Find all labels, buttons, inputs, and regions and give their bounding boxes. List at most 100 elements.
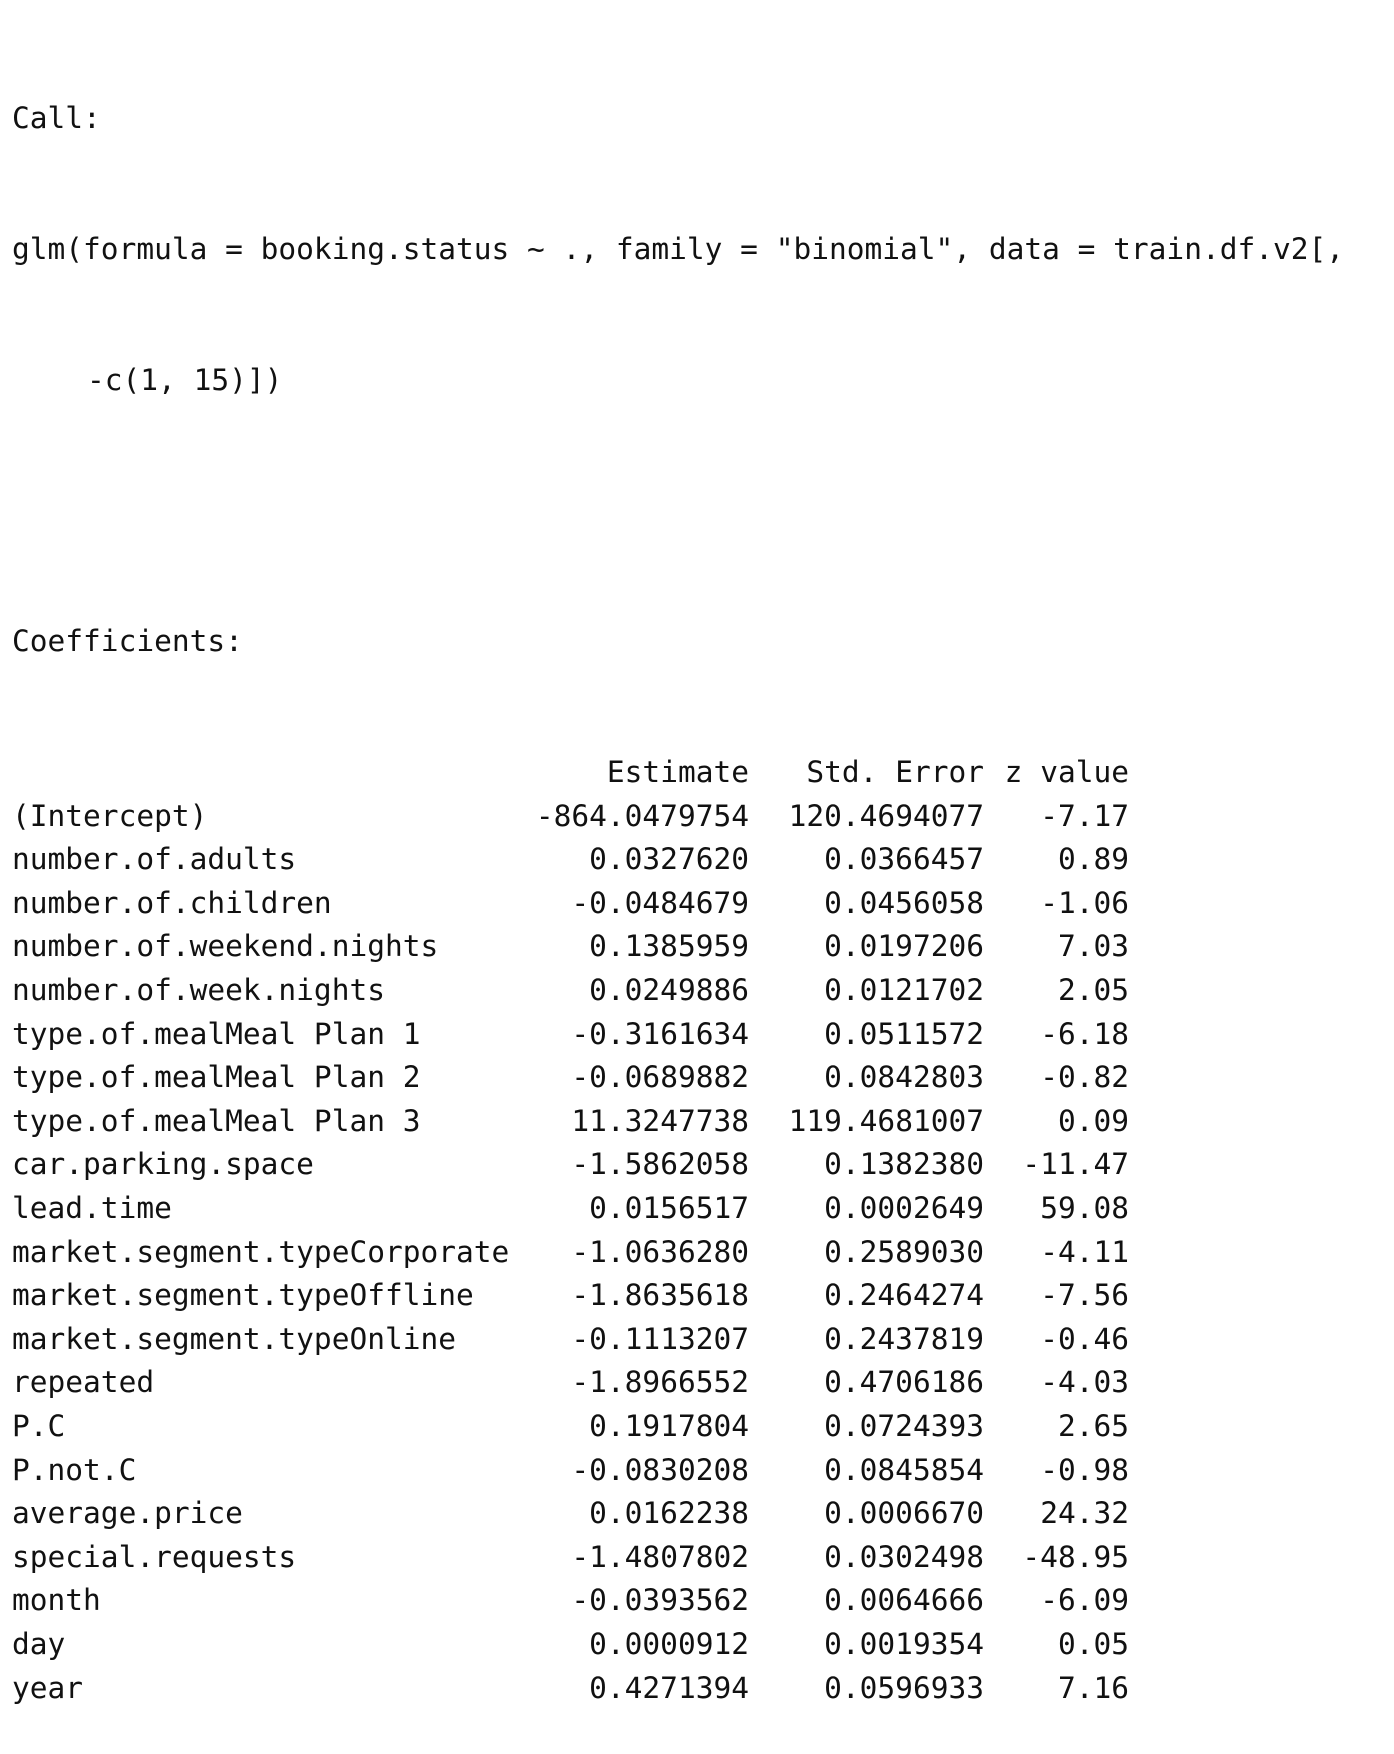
estimate-cell: 0.0156517 [589,1191,749,1226]
estimate-cell: 0.0249886 [589,973,749,1008]
estimate-cell: 0.0000912 [589,1626,749,1661]
std-error-cell: 0.0019354 [824,1626,984,1661]
estimate-cell: -1.4807802 [571,1539,749,1574]
table-row: number.of.week.nights 0.0249886 0.0121702 2… [12,969,1129,1013]
call-label: Call: [12,101,101,136]
term-cell: average.price [12,1496,243,1531]
table-row: day 0.0000912 0.0019354 0.05 [12,1623,1129,1667]
estimate-cell: 0.0162238 [589,1496,749,1531]
std-error-cell: 0.0366457 [824,842,984,877]
z-value-cell: 0.89 [1057,842,1129,877]
std-error-cell: 119.4681007 [788,1103,984,1138]
std-error-cell: 0.0724393 [824,1409,984,1443]
std-error-cell: 0.0006670 [824,1496,984,1531]
estimate-cell: -0.0393562 [571,1583,749,1618]
z-value-cell: -4.11 [1040,1234,1129,1269]
term-cell: day [12,1626,66,1661]
z-value-cell: -6.18 [1040,1016,1129,1051]
std-error-cell: 0.0002649 [824,1191,984,1226]
std-error-cell: 0.0842803 [824,1060,984,1095]
header-z-value: z value [1004,755,1129,790]
coefficients-label: Coefficients: [12,624,243,659]
estimate-cell: -1.0636280 [571,1234,749,1269]
std-error-cell: 0.0121702 [824,973,984,1008]
table-row: type.of.mealMeal Plan 1 -0.3161634 0.05115… [12,1013,1129,1057]
term-cell: market.segment.typeOffline [12,1278,474,1313]
term-cell: (Intercept) [12,798,208,833]
table-row: repeated -1.8966552 0.4706186 -4.03 [12,1361,1129,1405]
table-row: number.of.weekend.nights 0.1385959 0.01972… [12,925,1129,969]
z-value-cell: 2.05 [1057,973,1129,1008]
table-row: number.of.adults 0.0327620 0.0366457 0.89 [12,838,1129,882]
std-error-cell: 0.2437819 [824,1321,984,1356]
coefficients-header-row: Estimate Std. Error z value [12,751,1129,795]
z-value-cell: 0.05 [1057,1626,1129,1661]
std-error-cell: 0.2589030 [824,1234,984,1269]
std-error-cell: 0.0064666 [824,1583,984,1618]
coefficients-table: Estimate Std. Error z value (Intercept) -… [12,751,1129,1710]
formula-line: glm(formula = booking.status ~ ., family… [12,231,1345,266]
std-error-cell: 0.0511572 [824,1016,984,1051]
term-cell: type.of.mealMeal Plan 2 [12,1060,421,1095]
std-error-cell: 0.0456058 [824,885,984,920]
table-row: year 0.4271394 0.0596933 7.16 [12,1667,1129,1711]
estimate-cell: -1.8966552 [571,1365,749,1400]
term-cell: number.of.children [12,885,332,920]
term-cell: number.of.week.nights [12,973,385,1008]
term-cell: year [12,1670,84,1705]
table-row: average.price 0.0162238 0.0006670 24.32 [12,1492,1129,1536]
table-row: market.segment.typeCorporate -1.0636280 0.… [12,1231,1129,1275]
z-value-cell: -48.95 [1022,1539,1129,1574]
std-error-cell: 0.2464274 [824,1278,984,1313]
std-error-cell: 0.0596933 [824,1670,984,1705]
term-cell: type.of.mealMeal Plan 1 [12,1016,421,1051]
z-value-cell: -11.47 [1022,1147,1129,1182]
z-value-cell: 24.32 [1040,1496,1129,1531]
coefficients-body: (Intercept) -864.0479754 120.4694077 -7.17 n… [12,795,1129,1710]
formula-continuation-line: -c(1, 15)]) [87,362,283,397]
table-row: type.of.mealMeal Plan 2 -0.0689882 0.08428… [12,1056,1129,1100]
term-cell: lead.time [12,1191,172,1226]
term-cell: special.requests [12,1539,297,1574]
z-value-cell: 7.03 [1057,929,1129,964]
z-value-cell: 0.09 [1057,1103,1129,1138]
z-value-cell: -7.17 [1040,798,1129,833]
estimate-cell: -0.0830208 [571,1452,749,1487]
z-value-cell: -0.98 [1040,1452,1129,1487]
std-error-cell: 120.4694077 [788,798,984,833]
term-cell: number.of.adults [12,842,297,877]
z-value-cell: -4.03 [1040,1365,1129,1400]
term-cell: number.of.weekend.nights [12,929,439,964]
estimate-cell: -1.5862058 [571,1147,749,1182]
std-error-cell: 0.1382380 [824,1147,984,1182]
term-cell: P.not.C [12,1452,137,1487]
table-row: (Intercept) -864.0479754 120.4694077 -7.17 [12,795,1129,839]
header-term [12,751,512,795]
z-value-cell: 59.08 [1040,1191,1129,1226]
estimate-cell: -1.8635618 [571,1278,749,1313]
estimate-cell: -0.0484679 [571,885,749,920]
term-cell: market.segment.typeOnline [12,1321,457,1356]
z-value-cell: -1.06 [1040,885,1129,920]
header-estimate: Estimate [606,755,749,790]
estimate-cell: -0.3161634 [571,1016,749,1051]
table-row: number.of.children -0.0484679 0.0456058 -1.… [12,882,1129,926]
z-value-cell: -6.09 [1040,1583,1129,1618]
term-cell: P.C [12,1409,66,1443]
std-error-cell: 0.4706186 [824,1365,984,1400]
z-value-cell: 2.65 [1057,1409,1129,1443]
z-value-cell: -0.82 [1040,1060,1129,1095]
estimate-cell: 0.1917804 [589,1409,749,1443]
r-console-output: Call: glm(formula = booking.status ~ ., … [12,10,1344,1754]
z-value-cell: -7.56 [1040,1278,1129,1313]
term-cell: market.segment.typeCorporate [12,1234,510,1269]
table-row: market.segment.typeOffline -1.8635618 0.24… [12,1274,1129,1318]
term-cell: type.of.mealMeal Plan 3 [12,1103,421,1138]
std-error-cell: 0.0197206 [824,929,984,964]
table-row: month -0.0393562 0.0064666 -6.09 [12,1579,1129,1623]
estimate-cell: 0.4271394 [589,1670,749,1705]
estimate-cell: 0.1385959 [589,929,749,964]
table-row: P.not.C -0.0830208 0.0845854 -0.98 [12,1449,1129,1493]
std-error-cell: 0.0845854 [824,1452,984,1487]
